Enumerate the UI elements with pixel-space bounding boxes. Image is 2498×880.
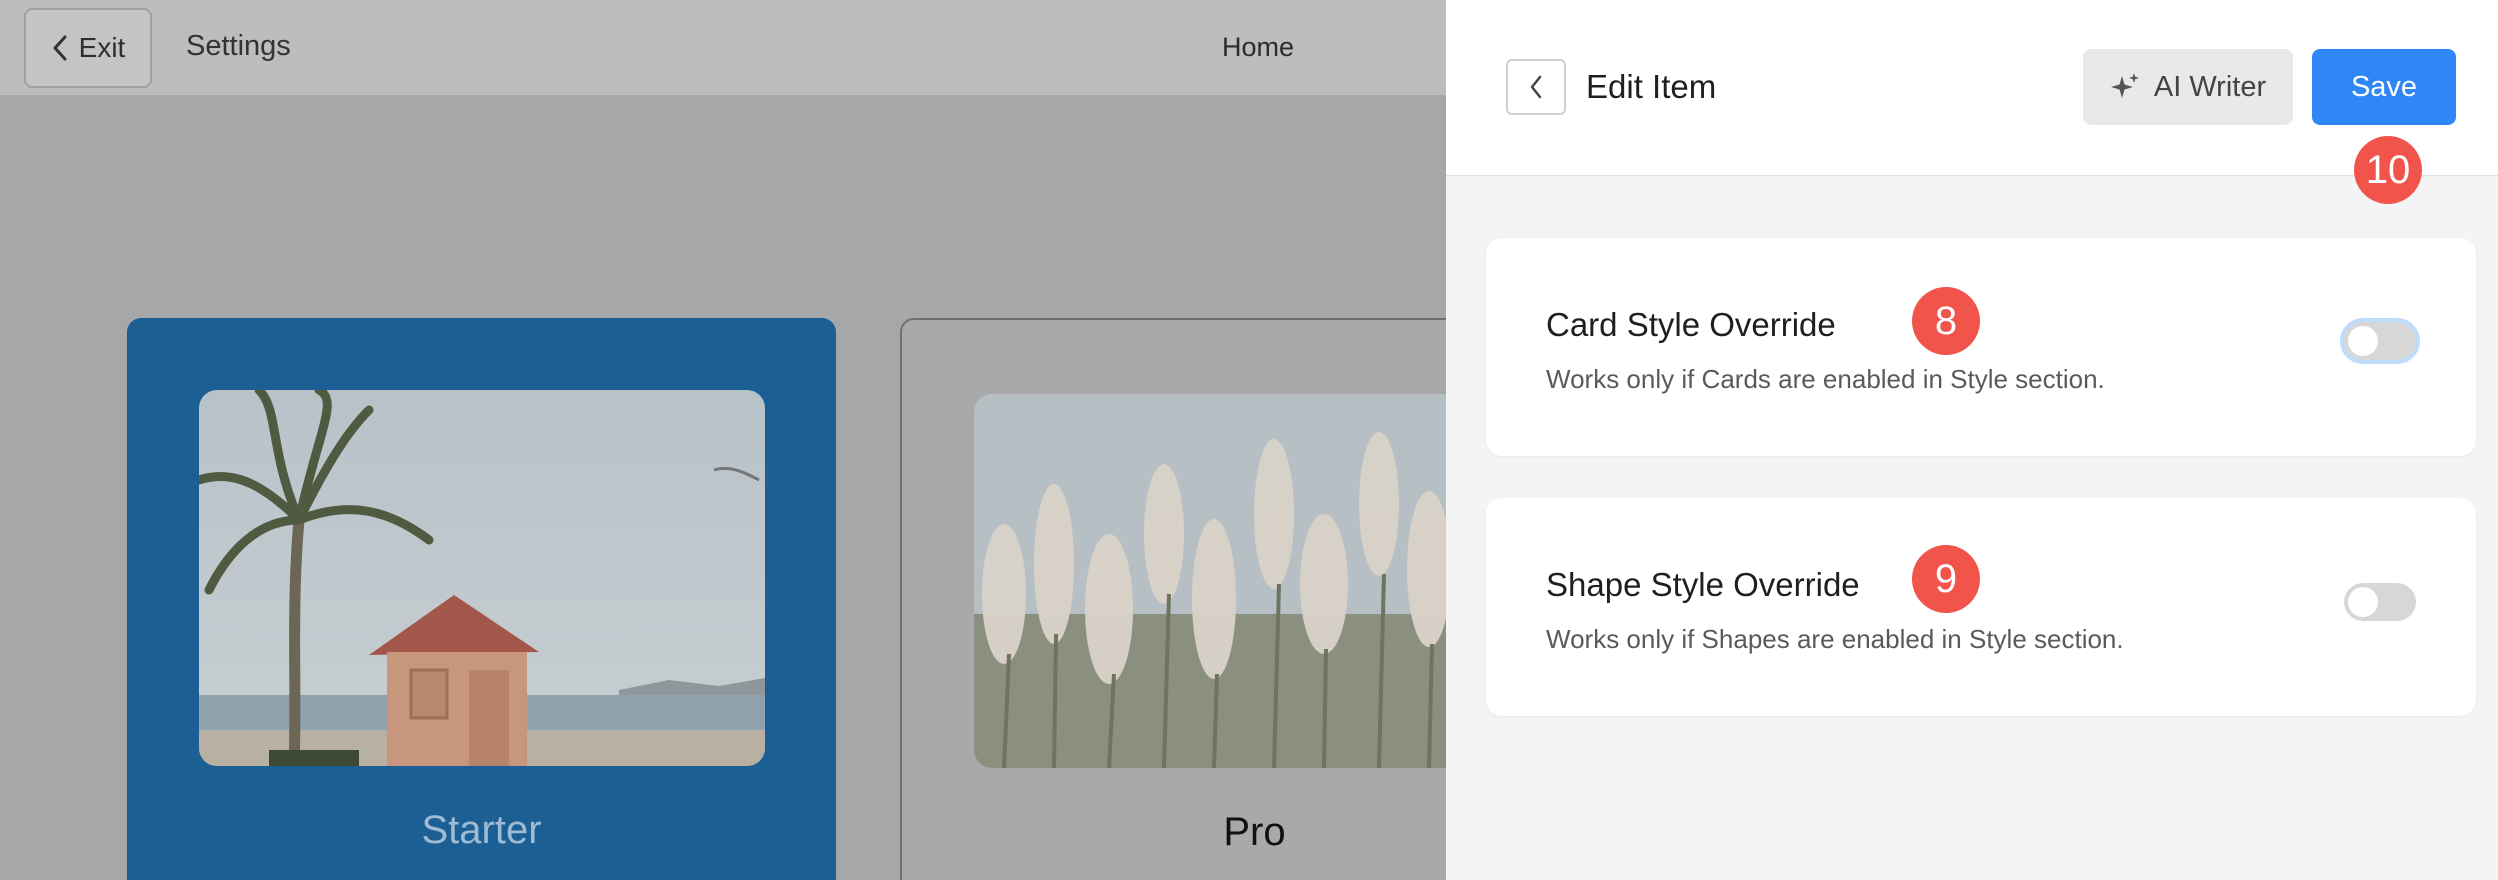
option-description: Works only if Cards are enabled in Style… bbox=[1546, 364, 2105, 394]
editor-background: Exit Settings Home Starter Pro bbox=[0, 0, 1446, 880]
toggle-knob bbox=[2348, 587, 2378, 617]
chevron-left-icon bbox=[1530, 75, 1542, 99]
option-label: Card Style Override bbox=[1546, 306, 1836, 343]
beach-hut-image bbox=[199, 390, 765, 766]
panel-title: Edit Item bbox=[1586, 68, 1717, 105]
exit-button[interactable]: Exit bbox=[24, 8, 152, 88]
chevron-left-icon bbox=[53, 35, 67, 61]
exit-label: Exit bbox=[78, 32, 126, 63]
card-style-override-toggle[interactable] bbox=[2344, 322, 2416, 360]
sparkle-icon bbox=[2110, 73, 2139, 98]
option-shape-style-override: Shape Style Override Works only if Shape… bbox=[1486, 498, 2476, 716]
pampas-grass-image bbox=[974, 394, 1446, 768]
back-button[interactable] bbox=[1506, 59, 1566, 115]
pricing-card-starter[interactable]: Starter bbox=[127, 318, 836, 880]
toggle-knob bbox=[2348, 326, 2378, 356]
option-description: Works only if Shapes are enabled in Styl… bbox=[1546, 624, 2124, 654]
option-card-style-override: Card Style Override Works only if Cards … bbox=[1486, 238, 2476, 456]
settings-link[interactable]: Settings bbox=[186, 30, 291, 63]
card-title-starter: Starter bbox=[421, 808, 542, 852]
step-badge-10: 10 bbox=[2354, 136, 2422, 204]
card-title-pro: Pro bbox=[1223, 810, 1286, 854]
editor-topbar: Exit Settings Home bbox=[0, 0, 1446, 96]
ai-writer-label: AI Writer bbox=[2153, 70, 2267, 103]
home-page-link[interactable]: Home bbox=[1222, 32, 1294, 63]
step-badge-9: 9 bbox=[1912, 545, 1980, 613]
edit-item-panel: Edit Item AI Writer Save 10 Card Style O… bbox=[1446, 0, 2498, 880]
ai-writer-button[interactable]: AI Writer bbox=[2083, 49, 2293, 125]
shape-style-override-toggle[interactable] bbox=[2344, 583, 2416, 621]
pricing-card-pro[interactable]: Pro bbox=[900, 318, 1446, 880]
save-button[interactable]: Save bbox=[2312, 49, 2456, 125]
option-label: Shape Style Override bbox=[1546, 566, 1860, 603]
step-badge-8: 8 bbox=[1912, 287, 1980, 355]
panel-header: Edit Item AI Writer Save bbox=[1446, 0, 2498, 176]
